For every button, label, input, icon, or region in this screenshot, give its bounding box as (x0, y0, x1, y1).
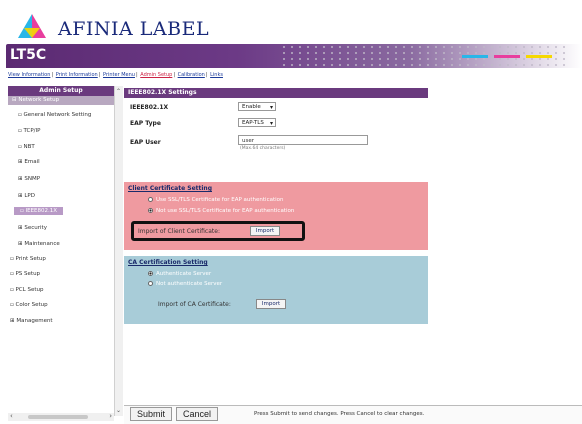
option-label: Authenticate Server (156, 271, 212, 277)
cancel-button[interactable]: Cancel (176, 407, 218, 421)
sidebar-item-color-setup[interactable]: ▫ Color Setup (10, 302, 48, 308)
sidebar-item-nbt[interactable]: ▫ NBT (18, 144, 35, 150)
nav-printer-menu[interactable]: Printer Menu (103, 72, 135, 78)
option-label: Not use SSL/TLS Certificate for EAP auth… (156, 208, 295, 214)
scroll-thumb[interactable] (28, 415, 88, 419)
sidebar-item-snmp[interactable]: ⊞ SNMP (18, 176, 40, 182)
sidebar-item-label: PCL Setup (15, 287, 44, 293)
ca-cert-title: CA Certification Setting (128, 259, 208, 266)
option-label: Not authenticate Server (156, 281, 223, 287)
radio-button-selected[interactable] (148, 271, 153, 276)
magenta-stripe (494, 55, 520, 58)
sidebar-item-label: PS Setup (15, 271, 41, 277)
sidebar-item-label: Management (16, 318, 53, 324)
eap-user-hint: (Max.64 characters) (240, 146, 286, 151)
ca-certification-panel (124, 256, 428, 324)
ca-cert-option-authenticate[interactable]: Authenticate Server (148, 271, 211, 277)
submit-button[interactable]: Submit (130, 407, 172, 421)
brand-name: AFINIA LABEL (58, 18, 210, 40)
scroll-left-icon[interactable]: ‹ (10, 412, 13, 420)
sidebar-item-label: IEEE802.1X (25, 208, 58, 214)
option-label: Use SSL/TLS Certificate for EAP authenti… (156, 197, 284, 203)
eap-user-label: EAP User (130, 139, 161, 146)
sidebar-item-label: LPD (24, 193, 35, 199)
eap-type-select[interactable]: EAP-TLS (238, 118, 276, 128)
nav-print-information[interactable]: Print Information (56, 72, 98, 78)
ca-cert-option-not-authenticate[interactable]: Not authenticate Server (148, 281, 222, 287)
footer-message: Press Submit to send changes. Press Canc… (254, 411, 425, 417)
model-name: LT5C (10, 47, 47, 63)
eap-type-label: EAP Type (130, 120, 161, 127)
client-cert-option-not-use[interactable]: Not use SSL/TLS Certificate for EAP auth… (148, 208, 294, 214)
sidebar-network-setup-label: Network Setup (18, 97, 60, 103)
sidebar-item-tcpip[interactable]: ▫ TCP/IP (18, 128, 40, 134)
sidebar-item-maintenance[interactable]: ⊞ Maintenance (18, 241, 60, 247)
sidebar-item-label: NBT (23, 144, 35, 150)
sidebar-item-label: General Network Setting (23, 112, 92, 118)
eap-user-input[interactable]: user (238, 135, 368, 145)
sidebar-item-pcl-setup[interactable]: ▫ PCL Setup (10, 287, 43, 293)
radio-button[interactable] (148, 281, 153, 286)
highlight-box (131, 221, 305, 241)
sidebar-item-label: SNMP (24, 176, 41, 182)
ieee-label: IEEE802.1X (130, 104, 169, 111)
nav-admin-setup[interactable]: Admin Setup (140, 72, 172, 78)
sidebar-item-label: Email (24, 159, 40, 165)
sidebar-vertical-scrollbar[interactable]: ⌃ ⌄ (114, 86, 123, 416)
sidebar-horizontal-scrollbar[interactable]: ‹ › (8, 412, 114, 421)
client-cert-option-use[interactable]: Use SSL/TLS Certificate for EAP authenti… (148, 197, 284, 203)
sidebar-item-lpd[interactable]: ⊞ LPD (18, 193, 35, 199)
sidebar-item-label: Security (24, 225, 47, 231)
ieee-select[interactable]: Enable (238, 102, 276, 112)
sidebar-item-ieee8021x[interactable]: ▫ IEEE802.1X (14, 207, 64, 215)
nav-links[interactable]: Links (210, 72, 223, 78)
afinia-logo (12, 12, 56, 42)
radio-button-selected[interactable] (148, 208, 153, 213)
ca-cert-import-label: Import of CA Certificate: (158, 301, 231, 308)
sidebar-item-label: Color Setup (15, 302, 48, 308)
scroll-up-icon[interactable]: ⌃ (116, 88, 121, 95)
sidebar (8, 86, 115, 416)
sidebar-item-label: TCP/IP (23, 128, 41, 134)
scroll-down-icon[interactable]: ⌄ (116, 407, 121, 414)
top-nav: View Information| Print Information| Pri… (8, 72, 223, 78)
sidebar-item-ps-setup[interactable]: ▫ PS Setup (10, 271, 40, 277)
sidebar-item-management[interactable]: ⊞ Management (10, 318, 53, 324)
yellow-stripe (526, 55, 552, 58)
sidebar-item-email[interactable]: ⊞ Email (18, 159, 40, 165)
nav-view-information[interactable]: View Information (8, 72, 50, 78)
scroll-right-icon[interactable]: › (109, 412, 112, 420)
cyan-stripe (462, 55, 488, 58)
sidebar-item-label: Print Setup (15, 256, 46, 262)
sidebar-header[interactable]: Admin Setup (8, 86, 114, 96)
client-cert-title: Client Certificate Setting (128, 185, 212, 192)
sidebar-item-label: Maintenance (24, 241, 60, 247)
sidebar-item-security[interactable]: ⊞ Security (18, 225, 47, 231)
sidebar-item-general-network-setting[interactable]: ▫ General Network Setting (18, 112, 91, 118)
sidebar-network-setup[interactable]: ⊟ Network Setup (8, 96, 114, 105)
sidebar-item-print-setup[interactable]: ▫ Print Setup (10, 256, 46, 262)
nav-calibration[interactable]: Calibration (178, 72, 205, 78)
radio-button[interactable] (148, 197, 153, 202)
ca-cert-import-button[interactable]: Import (256, 299, 286, 309)
section-title: IEEE802.1X Settings (124, 88, 428, 98)
